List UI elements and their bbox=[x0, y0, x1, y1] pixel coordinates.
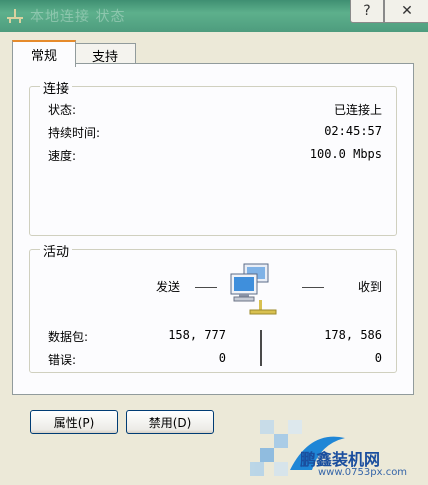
duration-value: 02:45:57 bbox=[324, 124, 382, 138]
status-value: 已连接上 bbox=[333, 103, 382, 117]
properties-button-label: 属性(P) bbox=[53, 415, 95, 430]
sent-line bbox=[195, 287, 217, 288]
duration-label: 持续时间: bbox=[48, 126, 101, 140]
packets-sent-value: 158, 777 bbox=[168, 328, 226, 342]
tab-support-label: 支持 bbox=[91, 49, 118, 65]
activity-group: 活动 发送 收到 数据包: 158, 777 178, 586 错误: 0 0 bbox=[29, 241, 397, 373]
tab-general-label: 常规 bbox=[30, 49, 57, 64]
sent-label: 发送 bbox=[156, 280, 181, 294]
help-icon: ? bbox=[363, 3, 371, 19]
errors-received-value: 0 bbox=[374, 351, 382, 365]
disable-button[interactable]: 禁用(D) bbox=[126, 410, 214, 434]
watermark-url: www.0753px.com bbox=[318, 467, 408, 478]
tab-general[interactable]: 常规 bbox=[12, 40, 76, 67]
errors-label: 错误: bbox=[48, 353, 77, 367]
properties-button[interactable]: 属性(P) bbox=[30, 410, 118, 434]
title-bar[interactable]: 本地连接 状态 ? ✕ bbox=[0, 0, 428, 32]
connection-group-title: 连接 bbox=[40, 78, 73, 97]
disable-button-label: 禁用(D) bbox=[148, 415, 192, 430]
status-label: 状态: bbox=[48, 103, 77, 117]
received-label: 收到 bbox=[357, 280, 382, 294]
speed-label: 速度: bbox=[48, 149, 77, 163]
packets-received-value: 178, 586 bbox=[324, 328, 382, 342]
activity-divider bbox=[260, 330, 262, 366]
network-connection-icon bbox=[7, 9, 23, 23]
network-computers-icon bbox=[230, 263, 277, 315]
activity-group-title: 活动 bbox=[40, 241, 73, 260]
speed-value: 100.0 Mbps bbox=[309, 147, 382, 161]
close-icon: ✕ bbox=[401, 3, 413, 19]
window-title: 本地连接 状态 bbox=[30, 9, 126, 25]
packets-label: 数据包: bbox=[48, 330, 89, 344]
connection-group: 连接 状态: 已连接上 持续时间: 02:45:57 速度: 100.0 Mbp… bbox=[29, 78, 397, 236]
help-button[interactable]: ? bbox=[350, 0, 384, 23]
received-line bbox=[302, 287, 324, 288]
errors-sent-value: 0 bbox=[218, 351, 226, 365]
close-button[interactable]: ✕ bbox=[384, 0, 428, 23]
tab-panel-general: 连接 状态: 已连接上 持续时间: 02:45:57 速度: 100.0 Mbp… bbox=[12, 63, 414, 395]
